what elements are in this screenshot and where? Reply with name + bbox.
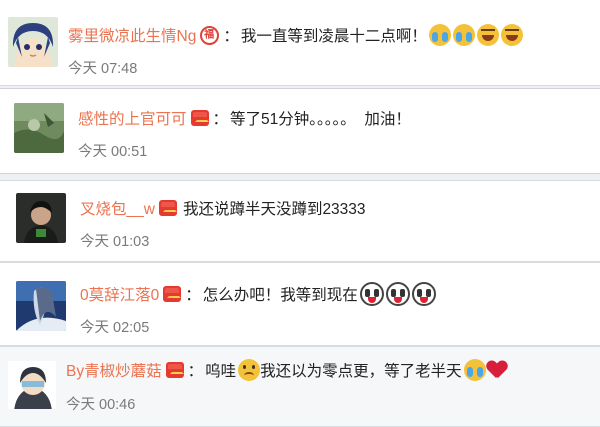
comment-text-part: 我还以为零点更，等了老半天: [260, 363, 462, 380]
avatar[interactable]: [14, 103, 64, 153]
comment-line: 叉烧包__w 我还说蹲半天没蹲到23333: [80, 197, 366, 219]
comment-text-part: 呜哇: [205, 363, 237, 380]
comment-time: 今天 01:03: [80, 234, 150, 250]
comment-line: 雾里微凉此生情Ng 福 ： 我一直等到凌晨十二点啊！: [68, 21, 523, 49]
comment-text: 等了51分钟。。。。。 加油！: [230, 111, 411, 128]
username-link[interactable]: 叉烧包__w: [80, 197, 155, 219]
sad-face-icon: [238, 359, 261, 381]
shocked-face-icon: [411, 282, 436, 306]
avatar[interactable]: [16, 193, 66, 243]
shocked-face-icon: [359, 282, 384, 306]
fu-badge-icon[interactable]: 福: [196, 21, 224, 49]
username-link[interactable]: 感性的上官可可: [78, 107, 187, 129]
comment-item: 叉烧包__w 我还说蹲半天没蹲到23333 今天 01:03: [0, 180, 600, 262]
crying-laughing-icon: [428, 24, 451, 46]
red-envelope-badge-icon[interactable]: [163, 286, 182, 302]
avatar[interactable]: [16, 281, 66, 331]
comment-time: 今天 00:51: [78, 144, 148, 160]
badge-char: 福: [204, 29, 215, 41]
username-link[interactable]: By青椒炒蘑菇: [66, 359, 162, 381]
comment-item: 感性的上官可可 ： 等了51分钟。。。。。 加油！ 今天 00:51: [0, 88, 600, 174]
comment-line: 感性的上官可可 ： 等了51分钟。。。。。 加油！: [78, 107, 411, 129]
comment-feed: 雾里微凉此生情Ng 福 ： 我一直等到凌晨十二点啊！ 今天 07:48 感性的上…: [0, 0, 600, 427]
separator: ：: [223, 28, 239, 45]
shocked-face-icon: [385, 282, 410, 306]
comment-text: 我还说蹲半天没蹲到23333: [182, 201, 366, 218]
separator: ：: [187, 363, 204, 380]
separator: ：: [185, 287, 201, 304]
comment-time: 今天 02:05: [80, 320, 150, 336]
red-envelope-badge-icon[interactable]: [190, 110, 209, 126]
crying-laughing-icon: [463, 359, 486, 381]
comment-text: 我一直等到凌晨十二点啊！: [240, 28, 427, 45]
comment-line: 0莫辞江落0 ： 怎么办吧！我等到现在: [80, 282, 436, 306]
avatar[interactable]: [8, 361, 56, 409]
grinning-icon: [500, 24, 523, 46]
comment-text: 怎么办吧！我等到现在: [202, 287, 358, 304]
comment-item: 雾里微凉此生情Ng 福 ： 我一直等到凌晨十二点啊！ 今天 07:48: [0, 0, 600, 86]
username-link[interactable]: 雾里微凉此生情Ng: [68, 24, 196, 46]
broken-heart-icon: [487, 361, 507, 379]
comment-time: 今天 00:46: [66, 397, 136, 413]
avatar[interactable]: [8, 17, 58, 67]
grinning-icon: [476, 24, 499, 46]
comment-item: 0莫辞江落0 ： 怎么办吧！我等到现在 今天 02:05: [0, 262, 600, 346]
crying-laughing-icon: [452, 24, 475, 46]
comment-item: By青椒炒蘑菇 ： 呜哇 我还以为零点更，等了老半天 今天 00:46: [0, 346, 600, 427]
red-envelope-badge-icon[interactable]: [165, 362, 184, 378]
comment-line: By青椒炒蘑菇 ： 呜哇 我还以为零点更，等了老半天: [66, 359, 507, 381]
red-envelope-badge-icon[interactable]: [158, 200, 177, 216]
username-link[interactable]: 0莫辞江落0: [80, 283, 159, 305]
separator: ：: [212, 111, 229, 128]
comment-time: 今天 07:48: [68, 61, 138, 77]
